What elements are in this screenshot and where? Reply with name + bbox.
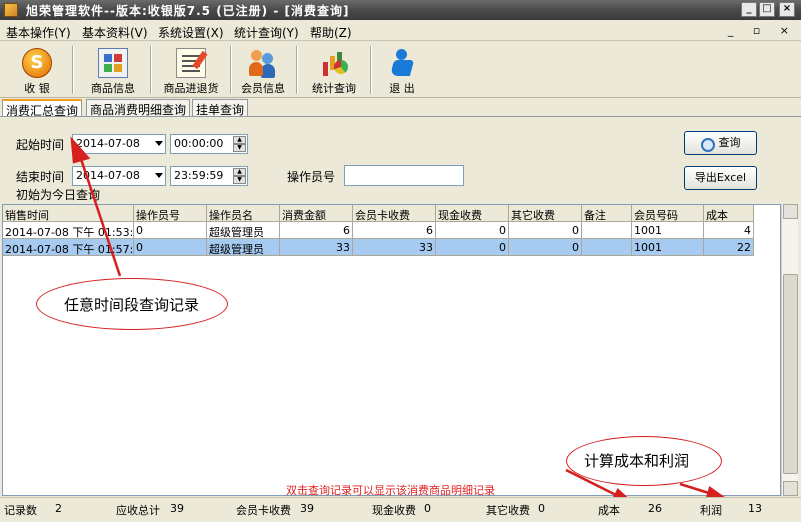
cash-total-label: 现金收费 (372, 504, 416, 517)
profit-value: 13 (748, 502, 762, 515)
cost-total-value: 26 (648, 502, 662, 515)
other-total-value: 0 (538, 502, 545, 515)
member-card-total-label: 会员卡收费 (236, 504, 291, 517)
double-click-hint: 双击查询记录可以显示该消费商品明细记录 (286, 484, 495, 497)
cost-total-label: 成本 (598, 504, 620, 517)
status-bar: 记录数 2 应收总计 39 会员卡收费 39 现金收费 0 其它收费 0 成本 … (0, 497, 801, 522)
receivable-value: 39 (170, 502, 184, 515)
annotation-cost-profit: 计算成本和利润 (584, 452, 690, 470)
record-count-value: 2 (55, 502, 62, 515)
receivable-label: 应收总计 (116, 504, 160, 517)
cash-total-value: 0 (424, 502, 431, 515)
annotation-arrowhead-time (70, 136, 91, 164)
annotation-arrow-profit (679, 482, 713, 496)
member-card-total-value: 39 (300, 502, 314, 515)
other-total-label: 其它收费 (486, 504, 530, 517)
annotation-time-range: 任意时间段查询记录 (64, 296, 200, 314)
annotation-arrow-time (78, 155, 122, 277)
record-count-label: 记录数 (4, 504, 37, 517)
profit-label: 利润 (700, 504, 722, 517)
